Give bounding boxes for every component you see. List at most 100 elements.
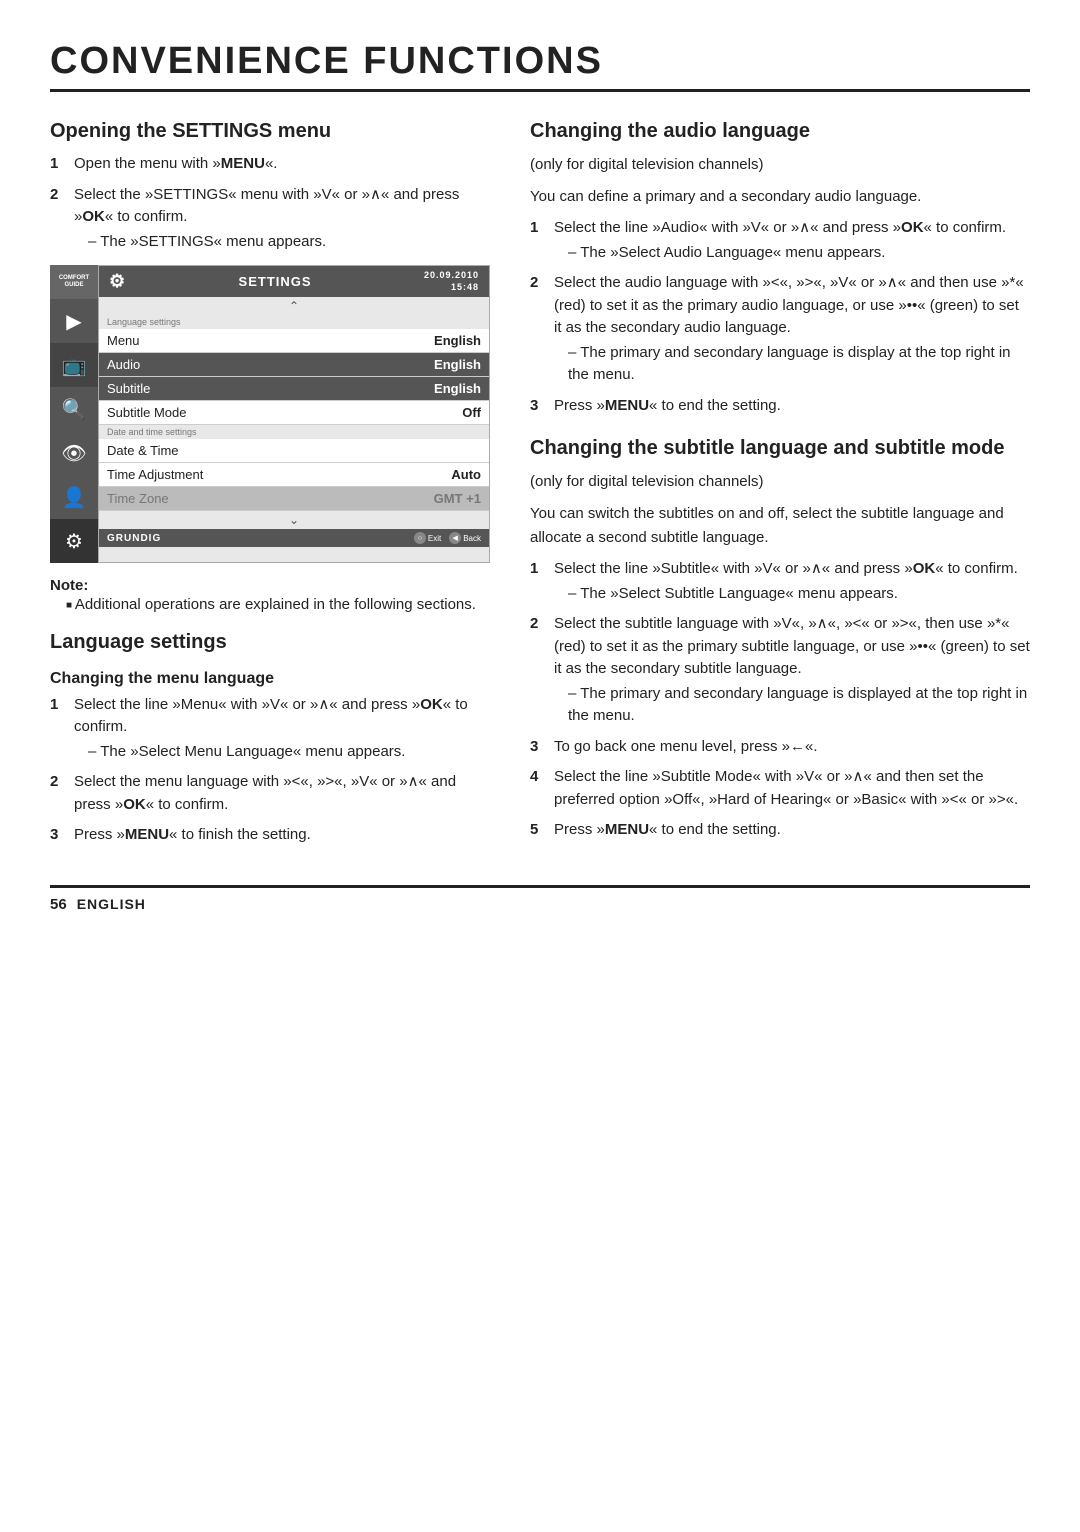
sub-note: The »Select Audio Language« menu appears… bbox=[554, 242, 1030, 265]
menu-row-time-zone: Time Zone GMT +1 bbox=[99, 487, 489, 511]
step-2-settings: 2 Select the »SETTINGS« menu with »V« or… bbox=[50, 184, 490, 254]
menu-header-icon: ⚙ bbox=[109, 271, 126, 292]
left-column: Opening the SETTINGS menu 1 Open the men… bbox=[50, 120, 490, 855]
step-num: 1 bbox=[50, 153, 66, 176]
step-1-menu: 1 Select the line »Menu« with »V« or »∧«… bbox=[50, 694, 490, 764]
note-title: Note: bbox=[50, 577, 490, 594]
step-3-menu: 3 Press »MENU« to finish the setting. bbox=[50, 824, 490, 847]
step-content: Select the audio language with »<«, »>«,… bbox=[554, 272, 1030, 387]
subtitle-digital-note: (only for digital television channels) bbox=[530, 470, 1030, 494]
step-5-subtitle: 5 Press »MENU« to end the setting. bbox=[530, 819, 1030, 842]
exit-label: Exit bbox=[428, 534, 441, 543]
sidebar-icon-eye: 👁 bbox=[50, 431, 98, 475]
menu-arrow-down: ⌄ bbox=[99, 511, 489, 529]
page-title: CONVENIENCE FUNCTIONS bbox=[50, 40, 1030, 92]
sub-note: The primary and secondary language is di… bbox=[554, 683, 1030, 728]
step-content: Press »MENU« to end the setting. bbox=[554, 395, 1030, 418]
footer-back-btn: ◀ Back bbox=[449, 532, 481, 544]
step-3-subtitle: 3 To go back one menu level, press »←«. bbox=[530, 736, 1030, 759]
sub-note: The »SETTINGS« menu appears. bbox=[74, 231, 490, 254]
step-2-subtitle: 2 Select the subtitle language with »V«,… bbox=[530, 613, 1030, 728]
step-content: Select the line »Menu« with »V« or »∧« a… bbox=[74, 694, 490, 764]
language-section-label: Language settings bbox=[99, 315, 489, 329]
step-4-subtitle: 4 Select the line »Subtitle Mode« with »… bbox=[530, 766, 1030, 811]
comfort-label: COMFORTGUIDE bbox=[59, 275, 89, 289]
settings-menu-simulation: COMFORTGUIDE ▶ 📺 🔍 👁 👤 ⚙ ⚙ SETTINGS 20.0… bbox=[50, 265, 490, 563]
step-content: Select the line »Subtitle« with »V« or »… bbox=[554, 558, 1030, 605]
audio-intro: You can define a primary and a secondary… bbox=[530, 185, 1030, 209]
opening-settings-steps: 1 Open the menu with »MENU«. 2 Select th… bbox=[50, 153, 490, 253]
row-label: Subtitle bbox=[107, 381, 150, 396]
language-label: ENGLISH bbox=[77, 896, 146, 912]
row-value: Auto bbox=[451, 467, 481, 482]
page-number: 56 bbox=[50, 896, 67, 913]
step-num: 5 bbox=[530, 819, 546, 842]
step-num: 3 bbox=[530, 395, 546, 418]
menu-arrow-up: ⌃ bbox=[99, 297, 489, 315]
menu-header: ⚙ SETTINGS 20.09.2010 15:48 bbox=[99, 266, 489, 297]
step-content: Select the line »Audio« with »V« or »∧« … bbox=[554, 217, 1030, 264]
menu-time: 15:48 bbox=[451, 282, 479, 292]
back-circle-icon: ◀ bbox=[449, 532, 461, 544]
step-num: 1 bbox=[530, 558, 546, 605]
step-content: Select the line »Subtitle Mode« with »V«… bbox=[554, 766, 1030, 811]
row-label: Audio bbox=[107, 357, 140, 372]
sidebar-icon-user: 👤 bbox=[50, 475, 98, 519]
step-num: 1 bbox=[50, 694, 66, 764]
sidebar-icon-search: 🔍 bbox=[50, 387, 98, 431]
step-num: 4 bbox=[530, 766, 546, 811]
step-1-open: 1 Open the menu with »MENU«. bbox=[50, 153, 490, 176]
changing-menu-title: Changing the menu language bbox=[50, 670, 490, 688]
row-value: GMT +1 bbox=[434, 491, 481, 506]
changing-menu-steps: 1 Select the line »Menu« with »V« or »∧«… bbox=[50, 694, 490, 847]
step-num: 3 bbox=[50, 824, 66, 847]
menu-row-menu: Menu English bbox=[99, 329, 489, 353]
menu-row-audio: Audio English bbox=[99, 353, 489, 377]
sub-note: The »Select Menu Language« menu appears. bbox=[74, 741, 490, 764]
note-list: Additional operations are explained in t… bbox=[50, 594, 490, 617]
menu-row-subtitle: Subtitle English bbox=[99, 377, 489, 401]
menu-footer: GRUNDIG ○ Exit ◀ Back bbox=[99, 529, 489, 547]
sidebar-icon-play: ▶ bbox=[50, 299, 98, 343]
step-1-audio: 1 Select the line »Audio« with »V« or »∧… bbox=[530, 217, 1030, 264]
step-num: 3 bbox=[530, 736, 546, 759]
note-item: Additional operations are explained in t… bbox=[50, 594, 490, 617]
audio-steps: 1 Select the line »Audio« with »V« or »∧… bbox=[530, 217, 1030, 417]
grundig-logo: GRUNDIG bbox=[107, 533, 161, 544]
row-label: Menu bbox=[107, 333, 140, 348]
back-label: Back bbox=[463, 534, 481, 543]
menu-date-time: 20.09.2010 15:48 bbox=[424, 270, 479, 293]
changing-menu-section: Changing the menu language 1 Select the … bbox=[50, 670, 490, 847]
subtitle-intro: You can switch the subtitles on and off,… bbox=[530, 502, 1030, 550]
right-column: Changing the audio language (only for di… bbox=[530, 120, 1030, 855]
sidebar-icon-record: 📺 bbox=[50, 343, 98, 387]
language-settings-title: Language settings bbox=[50, 631, 490, 654]
step-content: Open the menu with »MENU«. bbox=[74, 153, 490, 176]
step-2-menu-lang: 2 Select the menu language with »<«, »>«… bbox=[50, 771, 490, 816]
sub-note: The primary and secondary language is di… bbox=[554, 342, 1030, 387]
audio-digital-note: (only for digital television channels) bbox=[530, 153, 1030, 177]
language-settings-section: Language settings bbox=[50, 631, 490, 654]
footer-exit-btn: ○ Exit bbox=[414, 532, 441, 544]
menu-header-title: SETTINGS bbox=[239, 274, 312, 289]
subtitle-steps: 1 Select the line »Subtitle« with »V« or… bbox=[530, 558, 1030, 842]
opening-settings-title: Opening the SETTINGS menu bbox=[50, 120, 490, 143]
step-num: 2 bbox=[530, 613, 546, 728]
changing-subtitle-title: Changing the subtitle language and subti… bbox=[530, 437, 1030, 460]
row-label: Time Adjustment bbox=[107, 467, 203, 482]
menu-row-date-time: Date & Time bbox=[99, 439, 489, 463]
step-num: 1 bbox=[530, 217, 546, 264]
changing-subtitle-section: Changing the subtitle language and subti… bbox=[530, 437, 1030, 842]
changing-audio-section: Changing the audio language (only for di… bbox=[530, 120, 1030, 417]
step-content: Press »MENU« to end the setting. bbox=[554, 819, 1030, 842]
exit-circle-icon: ○ bbox=[414, 532, 426, 544]
step-num: 2 bbox=[530, 272, 546, 387]
step-1-subtitle: 1 Select the line »Subtitle« with »V« or… bbox=[530, 558, 1030, 605]
step-3-audio: 3 Press »MENU« to end the setting. bbox=[530, 395, 1030, 418]
changing-audio-title: Changing the audio language bbox=[530, 120, 1030, 143]
row-value: English bbox=[434, 333, 481, 348]
sidebar: COMFORTGUIDE ▶ 📺 🔍 👁 👤 ⚙ bbox=[50, 265, 98, 563]
menu-row-time-adjustment: Time Adjustment Auto bbox=[99, 463, 489, 487]
sub-note: The »Select Subtitle Language« menu appe… bbox=[554, 583, 1030, 606]
row-label: Time Zone bbox=[107, 491, 169, 506]
